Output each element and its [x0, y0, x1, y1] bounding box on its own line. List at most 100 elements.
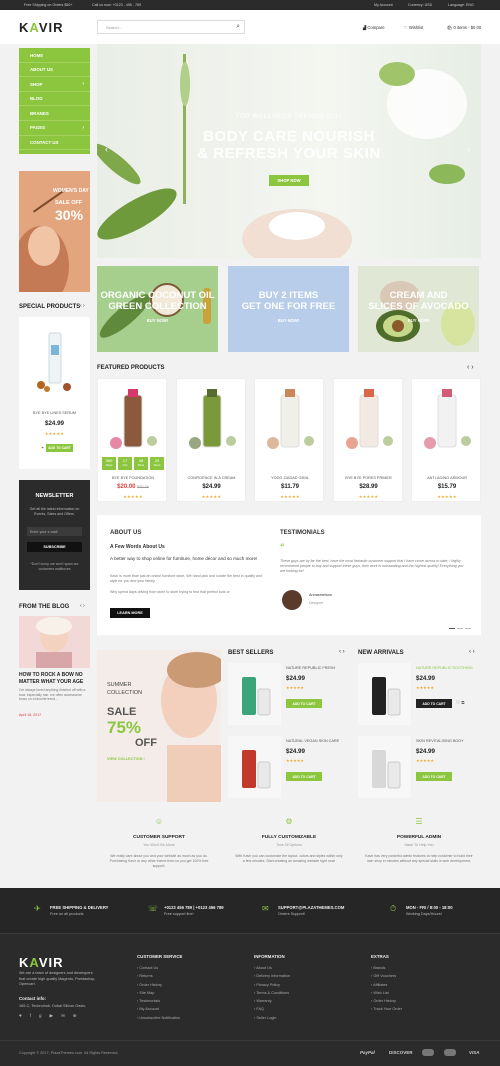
- social-icons[interactable]: ♥ f g ▶ ✉ ⊕: [19, 1013, 80, 1019]
- special-product-card[interactable]: BYE BYE LINES SERUM $24.99 ★★★★★ ⚭ ♡ ⧉ A…: [19, 317, 90, 469]
- nav-item-blog[interactable]: BLOG: [19, 92, 90, 107]
- footer-link[interactable]: › Testimonials: [137, 997, 180, 1005]
- view-collection-link[interactable]: VIEW COLLECTION ›: [107, 757, 145, 761]
- testimonials-title: TESTIMONIALS: [280, 530, 325, 536]
- special-prev-arrow[interactable]: ‹ ›: [80, 303, 85, 309]
- product-rating: ★★★★★: [437, 494, 457, 499]
- logo[interactable]: KAVIR: [19, 20, 64, 35]
- footer-link[interactable]: › FAQ: [254, 1005, 290, 1013]
- footer-link[interactable]: › Contact Us: [137, 964, 180, 972]
- wishlist-compare-icons[interactable]: ♡ ⧉: [456, 700, 465, 706]
- hero-dots[interactable]: [277, 249, 301, 258]
- nav-item-home[interactable]: HOME: [19, 48, 90, 63]
- hero-next-arrow[interactable]: ›: [467, 144, 470, 154]
- footer-logo[interactable]: KAVIR: [19, 955, 64, 970]
- footer-link[interactable]: › Brands: [371, 964, 402, 972]
- hero-slider[interactable]: TOP WELLNESS TRENDS 2017 BODY CARE NOURI…: [97, 44, 481, 258]
- buy-now-button[interactable]: BUY NOW!: [228, 318, 349, 323]
- product-name[interactable]: BYE BYE LINES SERUM: [19, 411, 90, 415]
- add-to-cart-button[interactable]: ADD TO CART: [46, 444, 73, 452]
- side-promo-banner[interactable]: WOMEN'S DAY SALE OFF 30%: [19, 171, 90, 292]
- compare-link[interactable]: ▟ Compare: [363, 25, 385, 30]
- info-subtitle: Free on all products: [50, 912, 84, 916]
- product-name[interactable]: ANTI-AGING ARMOUR: [412, 476, 482, 480]
- summer-collection-banner[interactable]: SUMMER COLLECTION SALE 75% OFF VIEW COLL…: [97, 650, 221, 802]
- buy-now-button[interactable]: BUY NOW!: [358, 318, 479, 323]
- info-title: SUPPORT@PLAZATHEMES.COM: [278, 905, 345, 910]
- account-link[interactable]: My Account: [374, 3, 393, 7]
- product-name[interactable]: NATURE REPUBLIC SOOTHING: [416, 666, 473, 670]
- blog-post-date: April 18, 2017: [19, 713, 42, 717]
- add-to-cart-button[interactable]: ADD TO CART: [286, 772, 322, 781]
- footer-link[interactable]: › Wish List: [371, 989, 402, 997]
- product-name[interactable]: NATURAL VEGAN SKIN CARE: [286, 739, 339, 743]
- search-icon[interactable]: ⌕: [236, 23, 240, 31]
- shop-now-button[interactable]: SHOP NOW: [269, 175, 309, 186]
- feature-text: We really care about you and your websit…: [109, 854, 209, 868]
- nav-item-about-us[interactable]: ABOUT US: [19, 63, 90, 78]
- product-price: $24.99: [45, 420, 64, 427]
- featured-product-card[interactable]: 360 Days 17 Hrs 48 Mins 29 Secs BYE BYE FOUNDATI…: [97, 378, 167, 502]
- footer-link[interactable]: › Unsubscribe Notification: [137, 1014, 180, 1022]
- product-name[interactable]: CONFIDENCE IN A CREAM: [177, 476, 247, 480]
- wishlist-link[interactable]: ♡ Wishlist: [404, 25, 423, 30]
- nav-item-brands[interactable]: BRANDS: [19, 106, 90, 121]
- footer-link[interactable]: › Returns: [137, 972, 180, 980]
- product-name[interactable]: SKIN REVITALISING BODY: [416, 739, 464, 743]
- cart-link[interactable]: 🛍 0 items - $0.00: [447, 25, 481, 31]
- buy-now-button[interactable]: BUY NOW!: [97, 318, 218, 323]
- footer-link[interactable]: › Delivery Information: [254, 972, 290, 980]
- add-to-cart-button[interactable]: ADD TO CART: [416, 772, 452, 781]
- extras-links: › Brands › Gift Vouchers › Affiliates › Wis…: [371, 964, 402, 1014]
- search-input[interactable]: Search... ⌕: [97, 20, 245, 34]
- product-thumbnail[interactable]: [228, 663, 281, 725]
- product-name[interactable]: NATURE REPUBLIC FRESH: [286, 666, 335, 670]
- footer-link[interactable]: › Warranty: [254, 997, 290, 1005]
- banner-coconut[interactable]: ORGANIC COCONUT OIL GREEN COLLECTION BUY …: [97, 266, 218, 352]
- chevron-right-icon: ›: [82, 124, 84, 131]
- nav-item-contact-us[interactable]: CONTACT US: [19, 136, 90, 151]
- blog-nav-arrows[interactable]: ‹ ›: [80, 603, 85, 609]
- product-name[interactable]: YOGG ZIADAD GIMIL: [255, 476, 325, 480]
- featured-product-card[interactable]: BYE BYE PORES PRIMER $28.99 ★★★★★: [332, 378, 404, 502]
- learn-more-button[interactable]: LEARN MORE: [110, 608, 150, 618]
- product-name[interactable]: BYE BYE PORES PRIMER: [334, 476, 404, 480]
- nav-item-pages[interactable]: PAGES ›: [19, 121, 90, 136]
- testimonial-dots[interactable]: [448, 616, 472, 634]
- blog-post-title[interactable]: HOW TO ROCK A BOW NO MATTER WHAT YOUR AG…: [19, 672, 90, 685]
- footer-link[interactable]: › Gift Vouchers: [371, 972, 402, 980]
- customize-icon: ⚙: [285, 817, 293, 826]
- footer-link[interactable]: › Affiliates: [371, 981, 402, 989]
- footer-link[interactable]: › Terms & Conditions: [254, 989, 290, 997]
- product-thumbnail[interactable]: [358, 663, 411, 725]
- product-thumbnail[interactable]: [358, 736, 411, 798]
- currency-select[interactable]: Currency: USD: [408, 3, 432, 7]
- footer-link[interactable]: › Order History: [371, 997, 402, 1005]
- add-to-cart-button[interactable]: ADD TO CART: [286, 699, 322, 708]
- blog-post-image[interactable]: [19, 616, 90, 668]
- language-select[interactable]: Language: ENG: [448, 3, 474, 7]
- newsletter-email-input[interactable]: Enter your e-mail: [27, 527, 82, 536]
- hero-prev-arrow[interactable]: ‹: [105, 144, 108, 154]
- footer-link[interactable]: › Order History: [137, 981, 180, 989]
- featured-product-card[interactable]: ANTI-AGING ARMOUR $15.79 ★★★★★: [411, 378, 481, 502]
- add-to-cart-button[interactable]: ADD TO CART: [416, 699, 452, 708]
- footer-link[interactable]: › Track Your Order: [371, 1005, 402, 1013]
- footer-link[interactable]: › Site Map: [137, 989, 180, 997]
- subscribe-button[interactable]: SUBSCRIBE: [27, 542, 82, 552]
- featured-product-card[interactable]: CONFIDENCE IN A CREAM $24.99 ★★★★★: [175, 378, 247, 502]
- footer-link[interactable]: › My Account: [137, 1005, 180, 1013]
- nav-item-shop[interactable]: SHOP ›: [19, 77, 90, 92]
- product-rating: ★★★★★: [286, 758, 304, 763]
- footer-link[interactable]: › About Us: [254, 964, 290, 972]
- banner-buy2[interactable]: BUY 2 ITEMS GET ONE FOR FREE BUY NOW!: [228, 266, 349, 352]
- featured-nav-arrows[interactable]: ‹ ›: [467, 364, 474, 371]
- footer-link[interactable]: › Seller Login: [254, 1014, 290, 1022]
- best-sellers-arrows[interactable]: ‹ ›: [339, 649, 345, 655]
- product-name[interactable]: BYE BYE FOUNDATION: [98, 476, 168, 480]
- new-arrivals-arrows[interactable]: ‹ ›: [469, 649, 475, 655]
- featured-product-card[interactable]: YOGG ZIADAD GIMIL $11.79 ★★★★★: [254, 378, 324, 502]
- footer-link[interactable]: › Privacy Policy: [254, 981, 290, 989]
- product-thumbnail[interactable]: [228, 736, 281, 798]
- banner-avocado[interactable]: CREAM AND SLICES OF AVOCADO BUY NOW!: [358, 266, 479, 352]
